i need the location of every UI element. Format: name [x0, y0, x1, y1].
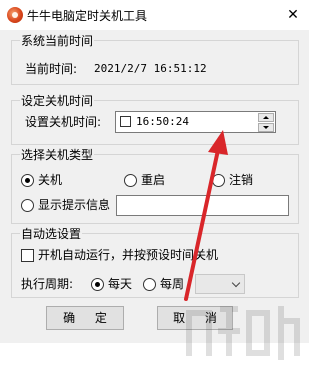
current-time-label: 当前时间: [25, 62, 78, 76]
period-label: 执行周期: [21, 277, 74, 291]
ok-button[interactable]: 确 定 [46, 306, 124, 330]
radio-restart-label[interactable]: 重启 [141, 172, 165, 188]
set-shutdown-group-title: 设定关机时间 [20, 93, 95, 109]
chevron-down-icon [263, 126, 269, 129]
current-time-value: 2021/2/7 16:51:12 [94, 62, 207, 75]
close-icon[interactable]: ✕ [277, 0, 309, 30]
watermark-logo [186, 306, 300, 360]
radio-logoff[interactable] [212, 174, 225, 187]
radio-weekly[interactable] [143, 278, 156, 291]
radio-shutdown-label[interactable]: 关机 [38, 172, 62, 188]
window-title: 牛牛电脑定时关机工具 [27, 9, 148, 23]
current-time-group-title: 系统当前时间 [20, 33, 95, 49]
spin-up-button[interactable] [258, 113, 274, 122]
app-icon [7, 7, 23, 23]
radio-show-message-label[interactable]: 显示提示信息 [38, 197, 110, 213]
chevron-down-icon [231, 278, 241, 288]
shutdown-type-group-title: 选择关机类型 [20, 147, 95, 163]
client-area: 系统当前时间 当前时间: 2021/2/7 16:51:12 设定关机时间 设置… [0, 30, 309, 360]
current-time-group: 系统当前时间 当前时间: 2021/2/7 16:51:12 [11, 33, 299, 85]
shutdown-time-value[interactable]: 16:50:24 [136, 114, 189, 130]
title-bar: 牛牛电脑定时关机工具 ✕ [0, 0, 309, 30]
radio-logoff-label[interactable]: 注销 [229, 172, 253, 188]
time-spinner[interactable] [258, 113, 274, 133]
radio-shutdown[interactable] [21, 174, 34, 187]
autorun-label[interactable]: 开机自动运行，并按预设时间关机 [38, 247, 218, 263]
auto-settings-group: 自动选设置 开机自动运行，并按预设时间关机 执行周期: 每天 每周 [11, 226, 299, 298]
radio-show-message[interactable] [21, 199, 34, 212]
shutdown-type-group: 选择关机类型 关机 重启 注销 显示提示信息 [11, 147, 299, 224]
radio-daily-label[interactable]: 每天 [108, 276, 132, 292]
shutdown-time-enable-checkbox[interactable] [120, 116, 131, 127]
radio-restart[interactable] [124, 174, 137, 187]
set-shutdown-label: 设置关机时间: [25, 115, 102, 129]
chevron-up-icon [263, 116, 269, 119]
autorun-checkbox[interactable] [21, 249, 34, 262]
weekday-select[interactable] [195, 274, 245, 294]
set-shutdown-group: 设定关机时间 设置关机时间: 16:50:24 [11, 93, 299, 145]
spin-down-button[interactable] [258, 123, 274, 132]
auto-settings-group-title: 自动选设置 [20, 226, 83, 242]
radio-weekly-label[interactable]: 每周 [160, 276, 184, 292]
message-input[interactable] [116, 195, 289, 216]
radio-daily[interactable] [91, 278, 104, 291]
shutdown-time-picker[interactable]: 16:50:24 [115, 111, 276, 133]
